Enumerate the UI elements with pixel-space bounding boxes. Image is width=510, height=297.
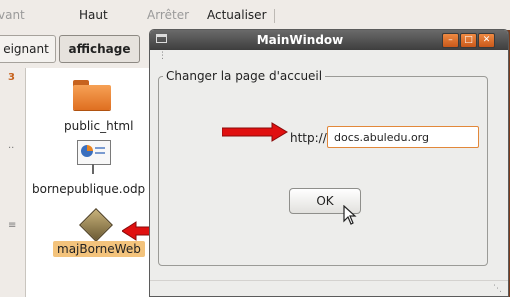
window-titlebar[interactable]: MainWindow – □ ✕ [150,30,508,50]
side-panel: 3 .. ≡ [0,68,26,297]
status-bar: ⋱ [150,280,508,297]
maximize-icon[interactable]: □ [460,33,477,48]
window-title: MainWindow [256,33,344,47]
homepage-groupbox [158,76,488,266]
menubar-handle-icon: ⋮ [158,51,167,61]
stop-button[interactable]: Arrêter [147,8,189,22]
url-prefix-label: http:// [290,131,327,145]
red-arrow-icon [222,122,288,142]
minimize-icon[interactable]: – [442,33,459,48]
url-input[interactable] [327,126,479,148]
file-label-majborneweb[interactable]: majBorneWeb [53,241,145,257]
file-label-bornepublique[interactable]: bornepublique.odp [32,182,145,196]
reload-button[interactable]: Actualiser [207,8,267,22]
side-indicator: .. [8,140,15,151]
text-line-icon [95,147,105,149]
mouse-cursor-icon [343,205,357,225]
file-label-public-html[interactable]: public_html [64,119,133,133]
close-icon[interactable]: ✕ [478,33,495,48]
tab-enseignant[interactable]: eignant [0,35,56,63]
presentation-icon[interactable] [77,140,111,176]
side-indicator: ≡ [8,220,17,231]
text-line-icon [95,152,105,154]
main-window: MainWindow – □ ✕ ⋮ Changer la page d'acc… [149,29,509,297]
up-button[interactable]: Haut [79,8,108,22]
back-button[interactable]: vant [0,8,25,22]
pie-chart-icon [81,145,93,157]
side-indicator: 3 [8,72,15,83]
browser-toolbar: vant Haut Arrêter Actualiser [0,0,510,30]
stand-icon [92,164,94,174]
folder-body [73,85,111,110]
tab-affichage[interactable]: affichage [59,35,140,63]
toolbar-separator [274,9,275,23]
resize-grip-icon[interactable]: ⋱ [493,284,502,294]
groupbox-title: Changer la page d'accueil [163,69,326,83]
folder-icon[interactable] [73,80,111,110]
